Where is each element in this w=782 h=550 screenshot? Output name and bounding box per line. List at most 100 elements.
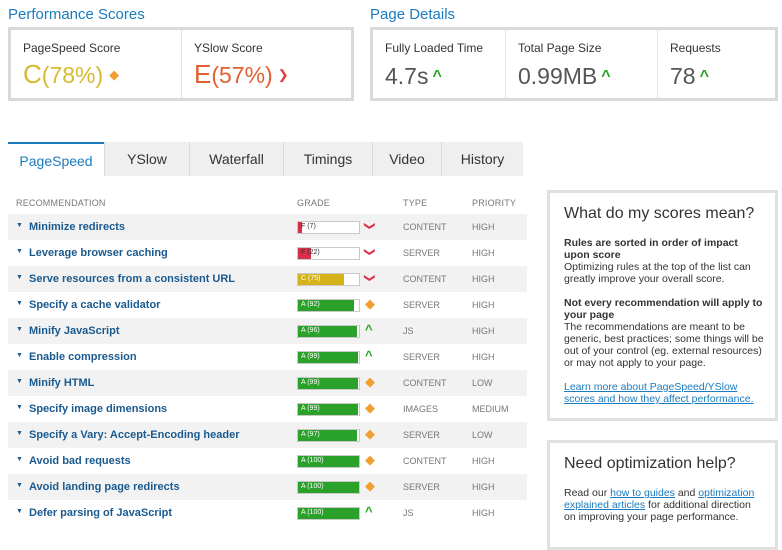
requests-value: 78 ^ [670,63,775,90]
header-grade: GRADE [297,198,331,208]
chevron-up-icon: ^ [365,348,373,363]
table-row[interactable]: ▼ Minimize redirects F (7) ❯ CONTENT HIGH [8,214,527,240]
tab-yslow[interactable]: YSlow [105,142,189,176]
caret-down-icon[interactable]: ▼ [16,404,23,411]
table-row[interactable]: ▼ Leverage browser caching F (22) ❯ SERVER HI… [8,240,527,266]
caret-down-icon[interactable]: ▼ [16,248,23,255]
row-type: SERVER [403,300,440,310]
recommendation-name[interactable]: Minify JavaScript [29,325,119,337]
help-box-text: Read our how to guides and optimization … [550,487,775,523]
diamond-icon: ◆ [365,296,375,311]
recommendation-name[interactable]: Specify image dimensions [29,403,167,415]
recommendation-name[interactable]: Minify HTML [29,377,94,389]
row-type: JS [403,508,414,518]
learn-more-link[interactable]: Learn more about PageSpeed/YSlow scores … [564,381,754,405]
row-priority: HIGH [472,508,495,518]
grade-bar: F (22) [297,247,360,260]
row-priority: MEDIUM [472,404,509,414]
grade-bar: A (99) [297,403,360,416]
caret-down-icon[interactable]: ▼ [16,456,23,463]
grade-text: F (7) [301,223,316,230]
caret-down-icon[interactable]: ▼ [16,378,23,385]
requests: Requests 78 ^ [657,30,775,98]
recommendation-name[interactable]: Serve resources from a consistent URL [29,273,235,285]
tab-video[interactable]: Video [373,142,441,176]
pagespeed-percent: (78%) [41,62,104,88]
yslow-score-label: YSlow Score [194,41,263,55]
help-box-title: Need optimization help? [564,455,736,472]
recommendation-name[interactable]: Specify a cache validator [29,299,160,311]
row-type: CONTENT [403,456,447,466]
how-to-guides-link[interactable]: how to guides [610,487,675,499]
grade-text: A (100) [301,509,324,516]
table-row[interactable]: ▼ Avoid landing page redirects A (100) ◆ SER… [8,474,527,500]
yslow-grade: E [194,59,212,89]
row-priority: HIGH [472,482,495,492]
recommendation-name[interactable]: Specify a Vary: Accept-Encoding header [29,429,240,441]
report-tabs: PageSpeed YSlow Waterfall Timings Video … [8,142,523,176]
diamond-icon: ◆ [109,67,120,82]
grade-text: A (99) [301,405,320,412]
requests-number: 78 [670,63,696,89]
scores-explanation-box: What do my scores mean? Rules are sorted… [547,190,778,421]
caret-down-icon[interactable]: ▼ [16,300,23,307]
row-priority: HIGH [472,274,495,284]
page-details-panel: Fully Loaded Time 4.7s ^ Total Page Size … [370,27,778,101]
grade-text: A (92) [301,301,320,308]
row-priority: HIGH [472,300,495,310]
row-priority: HIGH [472,456,495,466]
row-type: SERVER [403,352,440,362]
header-type: TYPE [403,198,428,208]
table-row[interactable]: ▼ Serve resources from a consistent URL C … [8,266,527,292]
grade-text: F (22) [301,249,320,256]
row-type: SERVER [403,482,440,492]
caret-down-icon[interactable]: ▼ [16,274,23,281]
chevron-up-icon: ^ [432,68,442,85]
header-recommendation: RECOMMENDATION [16,198,106,208]
scores-box-heading-2: Not every recommendation will apply to y… [564,297,763,321]
row-priority: LOW [472,378,493,388]
table-row[interactable]: ▼ Avoid bad requests A (100) ◆ CONTENT HIGH [8,448,527,474]
grade-bar: A (100) [297,455,360,468]
recommendation-name[interactable]: Avoid bad requests [29,455,131,467]
scores-box-heading-1: Rules are sorted in order of impact upon… [564,237,738,261]
recommendation-name[interactable]: Minimize redirects [29,221,125,233]
row-type: SERVER [403,430,440,440]
tab-timings[interactable]: Timings [284,142,372,176]
row-priority: LOW [472,430,493,440]
recommendation-name[interactable]: Defer parsing of JavaScript [29,507,172,519]
recommendation-name[interactable]: Avoid landing page redirects [29,481,180,493]
caret-down-icon[interactable]: ▼ [16,326,23,333]
page-details-title: Page Details [370,6,456,23]
diamond-icon: ◆ [365,374,375,389]
grade-text: A (99) [301,353,320,360]
grade-bar: A (97) [297,429,360,442]
table-row[interactable]: ▼ Minify HTML A (99) ◆ CONTENT LOW [8,370,527,396]
table-row[interactable]: ▼ Specify image dimensions A (99) ◆ IMAGES ME… [8,396,527,422]
scores-box-text-1: Optimizing rules at the top of the list … [564,261,751,285]
tab-pagespeed[interactable]: PageSpeed [8,142,104,176]
chevron-up-icon: ^ [365,504,373,519]
caret-down-icon[interactable]: ▼ [16,508,23,515]
pagespeed-score-label: PageSpeed Score [23,41,121,55]
grade-text: C (75) [301,275,321,282]
table-row[interactable]: ▼ Enable compression A (99) ^ SERVER HIGH [8,344,527,370]
table-row[interactable]: ▼ Defer parsing of JavaScript A (100) ^ JS HI… [8,500,527,526]
caret-down-icon[interactable]: ▼ [16,222,23,229]
table-row[interactable]: ▼ Specify a cache validator A (92) ◆ SERVER H… [8,292,527,318]
table-row[interactable]: ▼ Specify a Vary: Accept-Encoding header A… [8,422,527,448]
recommendation-name[interactable]: Leverage browser caching [29,247,168,259]
table-row[interactable]: ▼ Minify JavaScript A (96) ^ JS HIGH [8,318,527,344]
tab-history[interactable]: History [442,142,523,176]
recommendation-name[interactable]: Enable compression [29,351,137,363]
caret-down-icon[interactable]: ▼ [16,482,23,489]
caret-down-icon[interactable]: ▼ [16,352,23,359]
diamond-icon: ◆ [365,426,375,441]
performance-scores-panel: PageSpeed Score C(78%) ◆ YSlow Score E(57… [8,27,354,101]
chevron-down-icon: ❯ [277,67,289,82]
scores-box-text-2: The recommendations are meant to be gene… [564,321,764,369]
caret-down-icon[interactable]: ▼ [16,430,23,437]
tab-waterfall[interactable]: Waterfall [190,142,283,176]
yslow-score-value: E(57%) ❯ [194,59,351,90]
row-priority: HIGH [472,248,495,258]
